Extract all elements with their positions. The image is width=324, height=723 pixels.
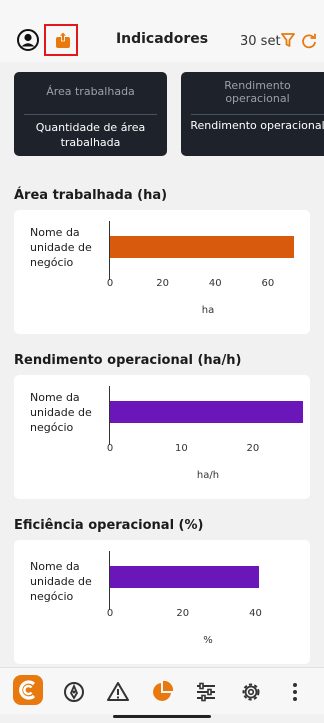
tick-label: 10 [175,443,188,454]
pie-chart-icon[interactable] [150,680,174,704]
axis-unit-label: % [203,635,213,646]
tick-label: 20 [176,608,190,619]
tile-value-label: Quantidade de área trabalhada [35,121,146,149]
tick-label: 0 [106,278,114,289]
tick-label: 60 [261,278,275,289]
bar [110,236,295,258]
tile-divider [191,114,324,115]
axis-unit-label: ha [201,305,215,316]
tick-label: 40 [249,608,262,619]
tick-label: 0 [106,608,114,619]
tile-title: Rendimento operacional [224,79,291,105]
rocket-icon[interactable] [62,680,86,704]
tick-label: 40 [208,278,222,289]
tick-label: 20 [246,443,260,454]
app-header: Indicadores 30 set [0,0,324,62]
category-label: Nome da unidade de negócio [30,560,92,603]
axis-unit-label: ha/h [196,470,220,481]
bottom-nav [0,667,324,714]
alert-icon[interactable] [106,680,130,704]
refresh-icon[interactable] [301,33,317,49]
category-label: Nome da unidade de negócio [30,391,92,434]
kpi-tile-area[interactable]: Área trabalhada Quantidade de área traba… [14,72,167,156]
date-label[interactable]: 30 set [240,34,281,49]
tick-label: 0 [106,443,114,454]
tile-divider [24,114,157,115]
category-label: Nome da unidade de negócio [30,226,92,269]
section-title: Eficiência operacional (%) [14,518,204,533]
home-indicator[interactable] [113,715,211,718]
filter-icon[interactable] [281,33,295,48]
chart-card: Nome da unidade de negócio 0 10 20 ha/h [14,375,310,499]
kpi-tile-rendimento[interactable]: Rendimento operacional Rendimento operac… [181,72,324,156]
tick-label: 20 [156,278,169,289]
gear-icon[interactable] [239,680,263,704]
section-title: Área trabalhada (ha) [14,188,168,203]
more-icon[interactable] [283,680,307,704]
sliders-icon[interactable] [194,680,218,704]
tile-value-label: Rendimento operacional [190,119,324,132]
chart-card: Nome da unidade de negócio 0 20 40 60 ha [14,210,310,334]
section-title: Rendimento operacional (ha/h) [14,353,242,368]
bar [110,401,303,423]
tile-title: Área trabalhada [46,85,135,98]
chart-card: Nome da unidade de negócio 0 20 40 % [14,540,310,664]
bar [110,566,260,588]
logo-icon[interactable] [13,675,43,705]
